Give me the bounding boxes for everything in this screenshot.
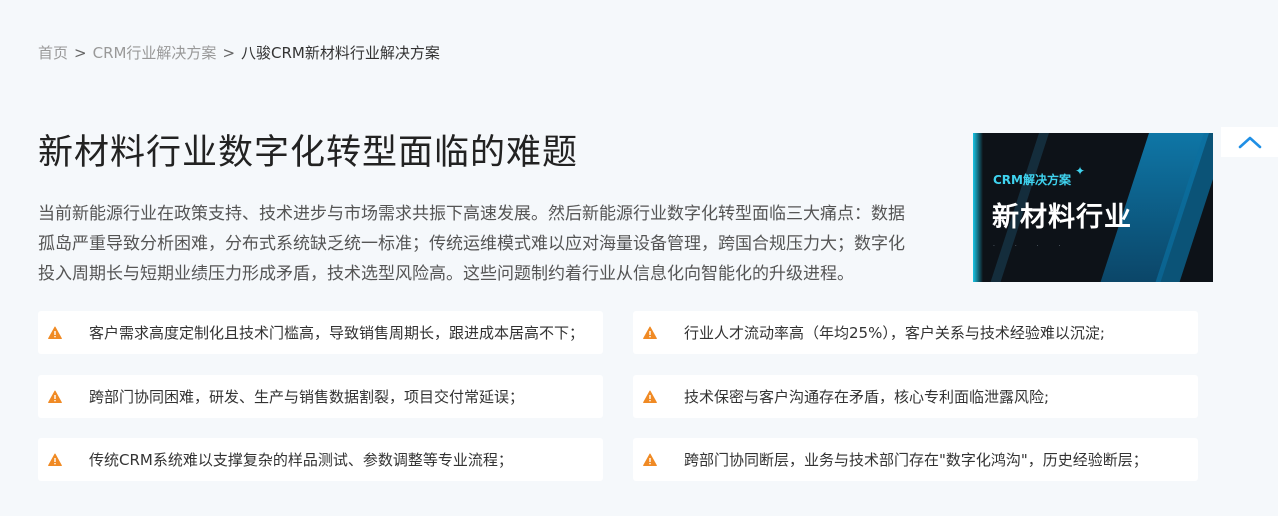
pain-point-text: 跨部门协同困难，研发、生产与销售数据割裂，项目交付常延误； [89, 388, 525, 406]
breadcrumb-home[interactable]: 首页 [38, 42, 68, 63]
page-title: 新材料行业数字化转型面临的难题 [38, 133, 579, 173]
breadcrumb-current: 八骏CRM新材料行业解决方案 [241, 44, 440, 62]
hero-dots: · · · · [993, 243, 1070, 250]
warning-icon [643, 453, 657, 467]
warning-icon [48, 390, 62, 404]
warning-icon [48, 326, 62, 340]
breadcrumb-separator: > [74, 43, 87, 62]
intro-line: 投入周期长与短期业绩压力形成矛盾，技术选型风险高。这些问题制约着行业从信息化向智… [38, 264, 854, 284]
back-to-top-button[interactable] [1221, 127, 1278, 157]
warning-icon [643, 390, 657, 404]
pain-point-card: 技术保密与客户沟通存在矛盾，核心专利面临泄露风险; [633, 375, 1198, 418]
pain-point-card: 行业人才流动率高（年均25%），客户关系与技术经验难以沉淀; [633, 311, 1198, 354]
hero-banner-image: CRM解决方案 ✦ 新材料行业 · · · · [973, 133, 1213, 282]
breadcrumb: 首页 > CRM行业解决方案 > 八骏CRM新材料行业解决方案 [38, 42, 440, 63]
pain-point-card: 跨部门协同断层，业务与技术部门存在"数字化鸿沟"，历史经验断层； [633, 438, 1198, 481]
chevron-up-icon [1238, 136, 1261, 149]
intro-line: 当前新能源行业在政策支持、技术进步与市场需求共振下高速发展。然后新能源行业数字化… [38, 204, 905, 224]
hero-glow [973, 133, 983, 282]
pain-point-text: 传统CRM系统难以支撑复杂的样品测试、参数调整等专业流程； [89, 451, 513, 469]
intro-paragraph: 当前新能源行业在政策支持、技术进步与市场需求共振下高速发展。然后新能源行业数字化… [38, 199, 953, 289]
hero-plus-icon: ✦ [1075, 164, 1086, 178]
breadcrumb-separator: > [222, 43, 236, 62]
intro-line: 孤岛严重导致分析困难，分布式系统缺乏统一标准；传统运维模式难以应对海量设备管理，… [38, 234, 905, 254]
pain-point-text: 客户需求高度定制化且技术门槛高，导致销售周期长，跟进成本居高不下； [89, 324, 585, 342]
pain-point-text: 跨部门协同断层，业务与技术部门存在"数字化鸿沟"，历史经验断层； [684, 451, 1148, 469]
pain-point-text: 行业人才流动率高（年均25%），客户关系与技术经验难以沉淀; [684, 324, 1105, 342]
warning-icon [643, 326, 657, 340]
hero-tag: CRM解决方案 [993, 173, 1071, 187]
pain-point-card: 客户需求高度定制化且技术门槛高，导致销售周期长，跟进成本居高不下； [38, 311, 603, 354]
pain-point-card: 跨部门协同困难，研发、生产与销售数据割裂，项目交付常延误； [38, 375, 603, 418]
pain-point-text: 技术保密与客户沟通存在矛盾，核心专利面临泄露风险; [684, 388, 1050, 406]
breadcrumb-section[interactable]: CRM行业解决方案 [93, 42, 217, 63]
hero-title: 新材料行业 [992, 202, 1132, 233]
warning-icon [48, 453, 62, 467]
pain-point-card: 传统CRM系统难以支撑复杂的样品测试、参数调整等专业流程； [38, 438, 603, 481]
